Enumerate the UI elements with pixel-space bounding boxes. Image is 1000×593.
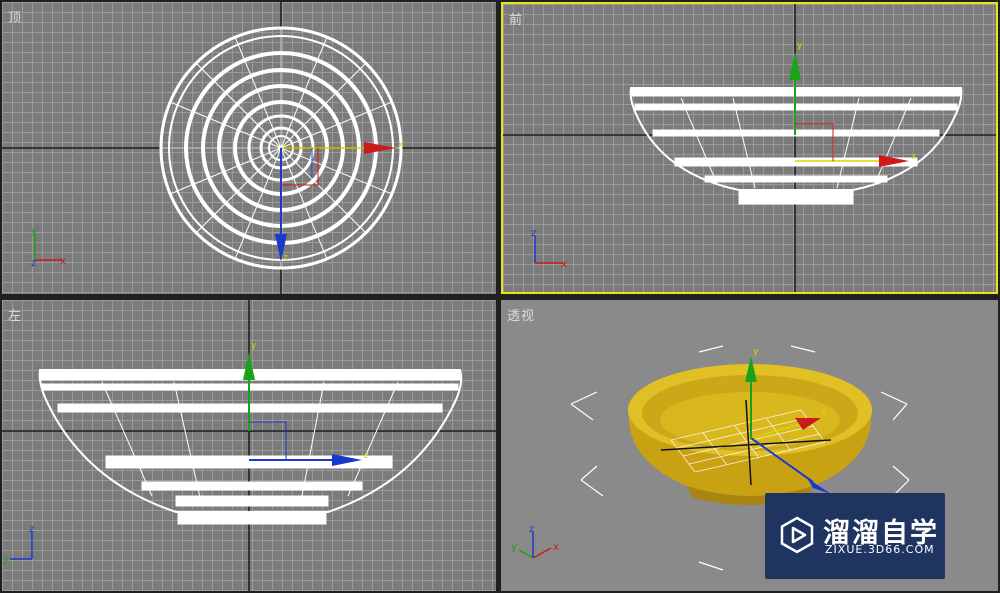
svg-text:y: y — [251, 341, 257, 351]
axis-tripod-top: x y z — [31, 226, 66, 269]
svg-text:z: z — [31, 258, 36, 269]
front-view-canvas: y x x z — [503, 4, 996, 292]
svg-text:z: z — [531, 228, 536, 239]
svg-text:z: z — [29, 524, 34, 535]
viewport-label-perspective[interactable]: 透视 — [507, 305, 535, 324]
svg-text:x: x — [821, 407, 827, 417]
svg-text:z: z — [529, 524, 534, 535]
svg-text:x: x — [60, 256, 66, 267]
svg-text:y: y — [511, 542, 517, 553]
top-view-canvas: x z x y z — [2, 2, 496, 294]
svg-text:x: x — [911, 152, 917, 162]
svg-text:y: y — [31, 226, 37, 237]
watermark-badge: 溜溜自学 ZIXUE.3D66.COM — [765, 493, 945, 579]
watermark-url: ZIXUE.3D66.COM — [825, 543, 935, 556]
svg-text:y: y — [797, 41, 803, 51]
viewport-label-top[interactable]: 顶 — [8, 7, 22, 26]
viewport-top[interactable]: x z x y z 顶 — [2, 2, 496, 294]
axis-tripod-perspective: x z y — [511, 524, 559, 559]
gizmo-x-label: x — [398, 140, 404, 150]
bowl-wireframe-left — [38, 369, 463, 525]
axis-tripod-left: y z — [3, 524, 34, 566]
left-view-canvas: y z y z — [2, 300, 496, 591]
viewport-label-left[interactable]: 左 — [8, 305, 22, 324]
svg-text:x: x — [553, 542, 559, 553]
svg-text:y: y — [753, 347, 759, 357]
play-logo-icon — [780, 516, 814, 554]
gizmo-z-label: z — [283, 253, 288, 263]
viewport-front[interactable]: y x x z 前 — [501, 2, 998, 294]
svg-text:x: x — [561, 259, 567, 270]
svg-text:z: z — [364, 451, 369, 461]
svg-text:y: y — [3, 555, 9, 566]
axis-tripod-front: x z — [531, 228, 567, 270]
viewport-left[interactable]: y z y z 左 — [2, 300, 496, 591]
viewport-label-front[interactable]: 前 — [509, 9, 523, 28]
